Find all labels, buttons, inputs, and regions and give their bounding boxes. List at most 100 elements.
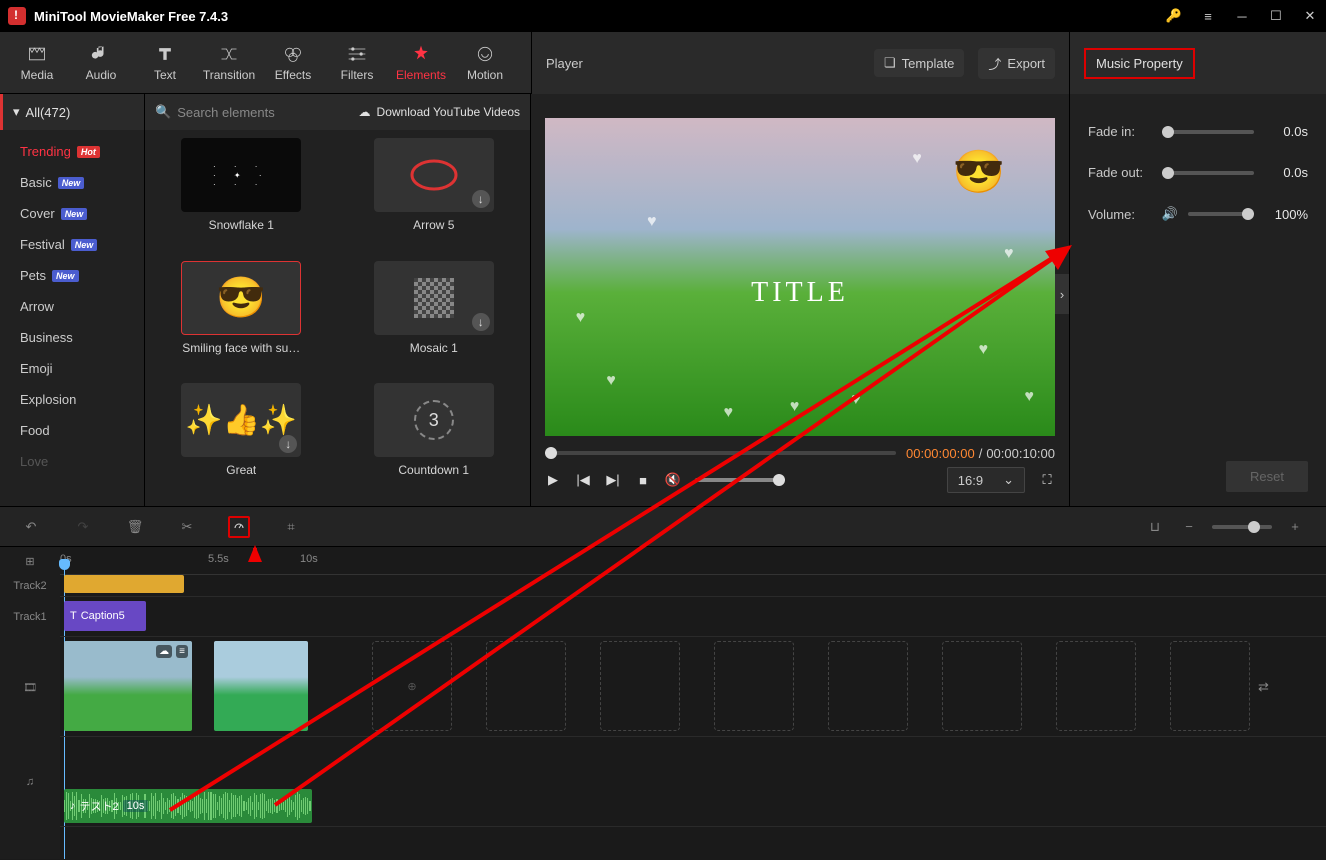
element-smiling-face[interactable]: 😎Smiling face with su… [155, 261, 328, 376]
clip-element[interactable] [64, 575, 184, 593]
video-slot-9[interactable]: ⇄ [1056, 641, 1136, 731]
track-2[interactable] [60, 575, 1326, 597]
aspect-ratio-select[interactable]: 16:9⌄ [947, 467, 1025, 493]
transition-icon: ⇄ [1258, 679, 1269, 695]
video-clip-1[interactable]: ☁≡ [64, 641, 192, 731]
clip-caption[interactable]: TCaption5 [64, 601, 146, 631]
zoom-out-button[interactable]: − [1178, 516, 1200, 538]
video-slot-3[interactable]: ⇄⊕ [372, 641, 452, 731]
sidebar-item-arrow[interactable]: Arrow [0, 291, 144, 322]
video-slot-5[interactable]: ⇄ [600, 641, 680, 731]
audio-track[interactable]: ♪ テスト2 10s [60, 737, 1326, 827]
tool-filters[interactable]: Filters [328, 32, 386, 93]
maximize-icon[interactable]: ☐ [1268, 8, 1284, 24]
search-icon: 🔍 [155, 104, 171, 120]
tool-transition[interactable]: Transition [200, 32, 258, 93]
add-track-button[interactable]: ⊞ [0, 547, 60, 575]
mute-button[interactable]: 🔇 [665, 472, 681, 488]
download-youtube-link[interactable]: ☁ Download YouTube Videos [359, 105, 520, 119]
volume-slider[interactable] [695, 478, 785, 482]
player-header: Player ❏Template ⤴Export [531, 32, 1070, 94]
minimize-icon[interactable]: ─ [1234, 8, 1250, 24]
sidebar-item-emoji[interactable]: Emoji [0, 353, 144, 384]
video-slot-8[interactable]: ⇄ [942, 641, 1022, 731]
expand-tab[interactable]: › [1055, 274, 1069, 314]
split-button[interactable]: ✂ [176, 516, 198, 538]
sidebar-item-love[interactable]: Love [0, 446, 144, 477]
key-icon[interactable]: 🔑 [1166, 8, 1182, 24]
timeline-toolbar: ↶ ↷ 🗑 ✂ ⌗ ⊔ − + [0, 507, 1326, 547]
property-header: Music Property [1070, 32, 1326, 94]
element-great[interactable]: ✨👍✨↓Great [155, 383, 328, 498]
scrub-bar[interactable] [545, 451, 896, 455]
delete-button[interactable]: 🗑 [124, 516, 146, 538]
tool-text[interactable]: Text [136, 32, 194, 93]
timeline-ruler[interactable]: 0s 5.5s 10s [60, 547, 1326, 575]
next-frame-button[interactable]: ▶| [605, 472, 621, 488]
play-button[interactable]: ▶ [545, 472, 561, 488]
element-mosaic[interactable]: ↓Mosaic 1 [348, 261, 521, 376]
sidebar-item-business[interactable]: Business [0, 322, 144, 353]
crop-button[interactable]: ⌗ [280, 516, 302, 538]
speaker-icon[interactable]: 🔊 [1162, 206, 1178, 222]
fade-in-slider[interactable] [1162, 130, 1254, 134]
app-title: MiniTool MovieMaker Free 7.4.3 [34, 9, 1166, 24]
element-snowflake[interactable]: · · ·· ✦ ·· · ·Snowflake 1 [155, 138, 328, 253]
filter-badge-icon: ≡ [176, 645, 188, 658]
cloud-download-icon: ☁ [359, 105, 371, 119]
video-clip-2[interactable] [214, 641, 308, 731]
export-button[interactable]: ⤴Export [978, 48, 1055, 79]
zoom-in-button[interactable]: + [1284, 516, 1306, 538]
element-arrow5[interactable]: ↓Arrow 5 [348, 138, 521, 253]
audio-clip[interactable]: ♪ テスト2 10s [64, 789, 312, 823]
undo-button[interactable]: ↶ [20, 516, 42, 538]
video-slot-10[interactable]: ⇄ [1170, 641, 1250, 731]
reset-button[interactable]: Reset [1226, 461, 1308, 492]
property-panel: Fade in: 0.0s Fade out: 0.0s Volume: 🔊 1… [1070, 94, 1326, 506]
sidebar-all[interactable]: ▾ All(472) [0, 94, 144, 130]
video-track-icon: 🎞 [0, 637, 60, 737]
zoom-slider[interactable] [1212, 525, 1272, 529]
template-button[interactable]: ❏Template [874, 49, 964, 77]
menu-icon[interactable]: ≡ [1200, 8, 1216, 24]
download-icon[interactable]: ↓ [279, 435, 297, 453]
sidebar-item-food[interactable]: Food [0, 415, 144, 446]
sidebar-item-basic[interactable]: BasicNew [0, 167, 144, 198]
sidebar-item-trending[interactable]: TrendingHot [0, 136, 144, 167]
fullscreen-button[interactable]: ⛶ [1039, 472, 1055, 488]
stop-button[interactable]: ■ [635, 472, 651, 488]
elements-grid: 🔍 Search elements ☁ Download YouTube Vid… [145, 94, 531, 506]
search-input[interactable]: 🔍 Search elements [155, 104, 349, 120]
fade-out-slider[interactable] [1162, 171, 1254, 175]
titlebar: MiniTool MovieMaker Free 7.4.3 🔑 ≡ ─ ☐ ✕ [0, 0, 1326, 32]
volume-prop-slider[interactable] [1188, 212, 1254, 216]
timeline: ⊞ Track2 Track1 🎞 ♫ 0s 5.5s 10s TCaption… [0, 547, 1326, 859]
track-1[interactable]: TCaption5 [60, 597, 1326, 637]
magnet-icon[interactable]: ⊔ [1144, 516, 1166, 538]
tool-media[interactable]: Media [8, 32, 66, 93]
chevron-down-icon: ▾ [13, 104, 20, 120]
element-badge-icon: ☁ [156, 645, 172, 658]
video-preview[interactable]: ♥♥ ♥♥ ♥♥ ♥♥ ♥♥ 😎 TITLE [545, 118, 1055, 436]
audio-track-icon: ♫ [0, 737, 60, 827]
video-track[interactable]: ☁≡ ⇄⊕ ⇄ ⇄ ⇄ ⇄ ⇄ ⇄ ⇄ ⇄ [60, 637, 1326, 737]
video-slot-7[interactable]: ⇄ [828, 641, 908, 731]
video-slot-4[interactable]: ⇄ [486, 641, 566, 731]
tool-effects[interactable]: Effects [264, 32, 322, 93]
tool-elements[interactable]: Elements [392, 32, 450, 93]
element-countdown[interactable]: 3Countdown 1 [348, 383, 521, 498]
sidebar-item-pets[interactable]: PetsNew [0, 260, 144, 291]
close-icon[interactable]: ✕ [1302, 8, 1318, 24]
prev-frame-button[interactable]: |◀ [575, 472, 591, 488]
sidebar-item-festival[interactable]: FestivalNew [0, 229, 144, 260]
sidebar-item-cover[interactable]: CoverNew [0, 198, 144, 229]
video-slot-6[interactable]: ⇄ [714, 641, 794, 731]
redo-button[interactable]: ↷ [72, 516, 94, 538]
download-icon[interactable]: ↓ [472, 313, 490, 331]
export-icon: ⤴ [988, 54, 1001, 73]
sidebar-item-explosion[interactable]: Explosion [0, 384, 144, 415]
tool-audio[interactable]: Audio [72, 32, 130, 93]
download-icon[interactable]: ↓ [472, 190, 490, 208]
speed-button[interactable] [228, 516, 250, 538]
tool-motion[interactable]: Motion [456, 32, 514, 93]
